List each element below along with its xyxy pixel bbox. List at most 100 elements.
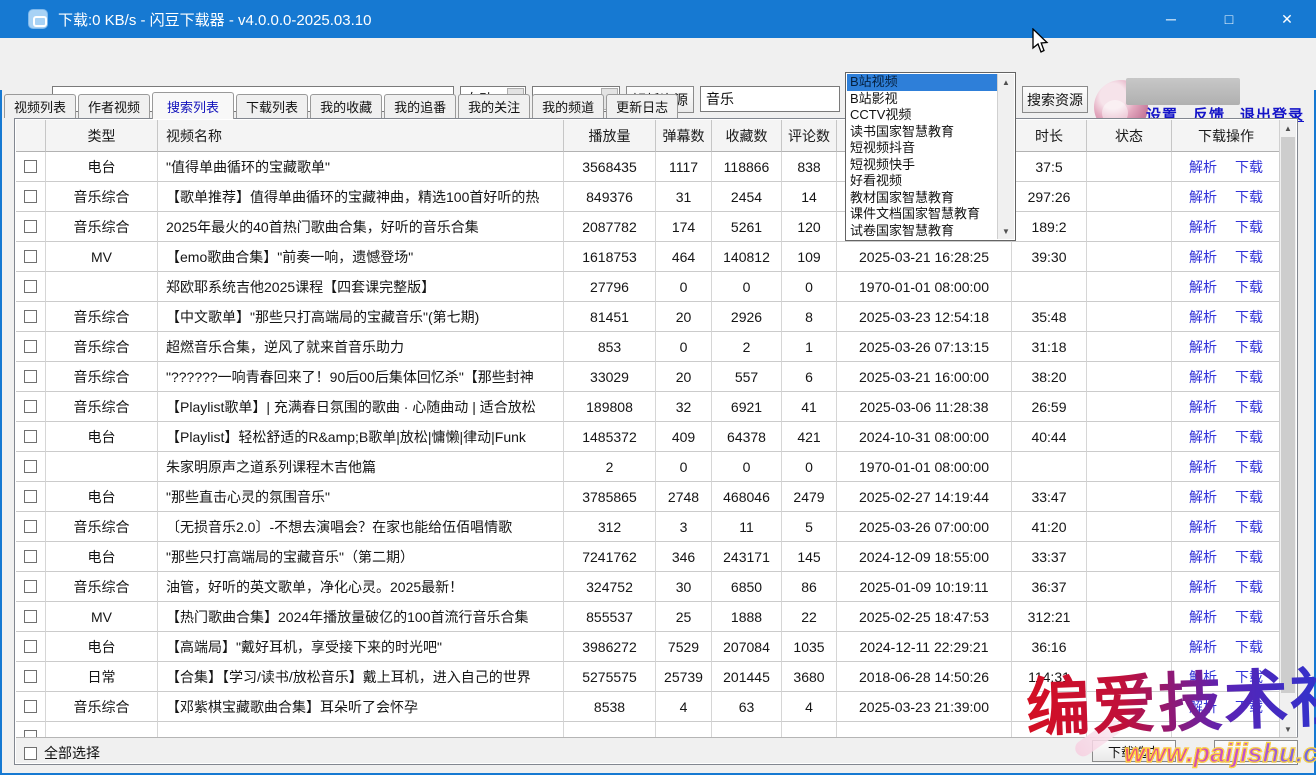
cell-danmaku: 174 bbox=[656, 212, 712, 242]
site-option-1[interactable]: B站影视 bbox=[847, 91, 997, 108]
column-header-6[interactable]: 评论数 bbox=[782, 120, 837, 152]
row-checkbox[interactable] bbox=[24, 220, 37, 233]
tab-2[interactable]: 搜索列表 bbox=[152, 92, 234, 119]
minimize-button[interactable]: ─ bbox=[1142, 0, 1200, 38]
cell-favorites: 118866 bbox=[712, 152, 782, 182]
parse-link[interactable]: 解析 bbox=[1189, 307, 1217, 327]
download-link[interactable]: 下载 bbox=[1235, 247, 1263, 267]
parse-link[interactable]: 解析 bbox=[1189, 187, 1217, 207]
cell-name: 【歌单推荐】值得单曲循环的宝藏神曲，精选100首好听的热 bbox=[158, 182, 564, 212]
download-link[interactable]: 下载 bbox=[1235, 337, 1263, 357]
site-option-9[interactable]: 试卷国家智慧教育 bbox=[847, 223, 997, 240]
scrollbar-thumb[interactable] bbox=[1281, 137, 1295, 693]
download-link[interactable]: 下载 bbox=[1235, 367, 1263, 387]
column-header-4[interactable]: 弹幕数 bbox=[656, 120, 712, 152]
row-checkbox[interactable] bbox=[24, 370, 37, 383]
row-checkbox[interactable] bbox=[24, 250, 37, 263]
column-header-8[interactable]: 时长 bbox=[1012, 120, 1087, 152]
parse-link[interactable]: 解析 bbox=[1189, 427, 1217, 447]
parse-link[interactable]: 解析 bbox=[1189, 157, 1217, 177]
close-button[interactable]: ✕ bbox=[1258, 0, 1316, 38]
row-checkbox[interactable] bbox=[24, 400, 37, 413]
row-checkbox[interactable] bbox=[24, 550, 37, 563]
parse-link[interactable]: 解析 bbox=[1189, 217, 1217, 237]
parse-link[interactable]: 解析 bbox=[1189, 607, 1217, 627]
row-checkbox[interactable] bbox=[24, 640, 37, 653]
tab-7[interactable]: 我的频道 bbox=[532, 94, 604, 118]
download-link[interactable]: 下载 bbox=[1235, 517, 1263, 537]
vertical-scrollbar[interactable]: ▲ ▼ bbox=[1279, 120, 1296, 738]
download-link[interactable]: 下载 bbox=[1235, 307, 1263, 327]
scroll-up-icon[interactable]: ▲ bbox=[998, 74, 1014, 90]
row-checkbox[interactable] bbox=[24, 160, 37, 173]
parse-link[interactable]: 解析 bbox=[1189, 457, 1217, 477]
column-header-0[interactable] bbox=[16, 120, 46, 152]
parse-link[interactable]: 解析 bbox=[1189, 397, 1217, 417]
cell-type: 日常 bbox=[46, 662, 158, 692]
row-checkbox[interactable] bbox=[24, 460, 37, 473]
download-link[interactable]: 下载 bbox=[1235, 607, 1263, 627]
row-checkbox[interactable] bbox=[24, 610, 37, 623]
row-checkbox[interactable] bbox=[24, 490, 37, 503]
site-option-0[interactable]: B站视频 bbox=[847, 74, 997, 91]
row-checkbox[interactable] bbox=[24, 310, 37, 323]
site-option-3[interactable]: 读书国家智慧教育 bbox=[847, 124, 997, 141]
row-checkbox[interactable] bbox=[24, 580, 37, 593]
tab-6[interactable]: 我的关注 bbox=[458, 94, 530, 118]
search-resource-button[interactable]: 搜索资源 bbox=[1022, 86, 1088, 113]
site-option-6[interactable]: 好看视频 bbox=[847, 173, 997, 190]
download-link[interactable]: 下载 bbox=[1235, 217, 1263, 237]
parse-link[interactable]: 解析 bbox=[1189, 547, 1217, 567]
column-header-10[interactable]: 下载操作 bbox=[1172, 120, 1281, 152]
cell-status bbox=[1087, 542, 1172, 572]
row-checkbox[interactable] bbox=[24, 340, 37, 353]
download-link[interactable]: 下载 bbox=[1235, 457, 1263, 477]
column-header-9[interactable]: 状态 bbox=[1087, 120, 1172, 152]
tab-4[interactable]: 我的收藏 bbox=[310, 94, 382, 118]
tab-5[interactable]: 我的追番 bbox=[384, 94, 456, 118]
parse-link[interactable]: 解析 bbox=[1189, 517, 1217, 537]
parse-link[interactable]: 解析 bbox=[1189, 487, 1217, 507]
download-link[interactable]: 下载 bbox=[1235, 577, 1263, 597]
column-header-1[interactable]: 类型 bbox=[46, 120, 158, 152]
site-option-2[interactable]: CCTV视频 bbox=[847, 107, 997, 124]
download-link[interactable]: 下载 bbox=[1235, 277, 1263, 297]
column-header-2[interactable]: 视频名称 bbox=[158, 120, 564, 152]
row-checkbox[interactable] bbox=[24, 670, 37, 683]
download-link[interactable]: 下载 bbox=[1235, 427, 1263, 447]
dropdown-scrollbar[interactable]: ▲ ▼ bbox=[997, 74, 1014, 239]
site-option-8[interactable]: 课件文档国家智慧教育 bbox=[847, 206, 997, 223]
column-header-3[interactable]: 播放量 bbox=[564, 120, 656, 152]
parse-link[interactable]: 解析 bbox=[1189, 577, 1217, 597]
row-checkbox[interactable] bbox=[24, 280, 37, 293]
search-keyword-input[interactable]: 音乐 bbox=[700, 86, 840, 112]
row-checkbox[interactable] bbox=[24, 700, 37, 713]
scroll-up-icon[interactable]: ▲ bbox=[1280, 120, 1296, 137]
scroll-down-icon[interactable]: ▼ bbox=[998, 223, 1014, 239]
select-all-checkbox[interactable] bbox=[24, 747, 37, 760]
tab-1[interactable]: 作者视频 bbox=[78, 94, 150, 118]
row-checkbox[interactable] bbox=[24, 430, 37, 443]
site-option-7[interactable]: 教材国家智慧教育 bbox=[847, 190, 997, 207]
column-header-5[interactable]: 收藏数 bbox=[712, 120, 782, 152]
row-checkbox[interactable] bbox=[24, 190, 37, 203]
tab-3[interactable]: 下载列表 bbox=[236, 94, 308, 118]
parse-link[interactable]: 解析 bbox=[1189, 277, 1217, 297]
site-option-4[interactable]: 短视频抖音 bbox=[847, 140, 997, 157]
site-option-5[interactable]: 短视频快手 bbox=[847, 157, 997, 174]
tab-8[interactable]: 更新日志 bbox=[606, 94, 678, 118]
table-row: 音乐综合【歌单推荐】值得单曲循环的宝藏神曲，精选100首好听的热84937631… bbox=[16, 182, 1281, 212]
cell-name: 2025年最火的40首热门歌曲合集，好听的音乐合集 bbox=[158, 212, 564, 242]
download-link[interactable]: 下载 bbox=[1235, 547, 1263, 567]
download-link[interactable]: 下载 bbox=[1235, 157, 1263, 177]
cell-published: 2018-06-28 14:50:26 bbox=[837, 662, 1012, 692]
download-link[interactable]: 下载 bbox=[1235, 487, 1263, 507]
parse-link[interactable]: 解析 bbox=[1189, 367, 1217, 387]
download-link[interactable]: 下载 bbox=[1235, 397, 1263, 417]
maximize-button[interactable]: □ bbox=[1200, 0, 1258, 38]
tab-0[interactable]: 视频列表 bbox=[4, 94, 76, 118]
download-link[interactable]: 下载 bbox=[1235, 187, 1263, 207]
row-checkbox[interactable] bbox=[24, 520, 37, 533]
parse-link[interactable]: 解析 bbox=[1189, 337, 1217, 357]
parse-link[interactable]: 解析 bbox=[1189, 247, 1217, 267]
